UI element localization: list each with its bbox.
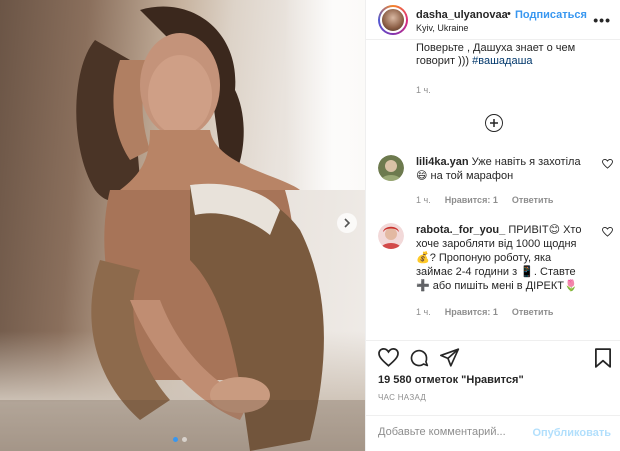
header-separator: • [507, 8, 511, 20]
comment-meta: 1 ч. Нравится: 1 Ответить [416, 195, 553, 205]
publish-comment-button[interactable]: Опубликовать [532, 427, 611, 439]
comment-text: lili4ka.yan Уже навіть я захотіла 😄 на т… [416, 155, 588, 183]
comment-likes-count[interactable]: Нравится: 1 [445, 195, 498, 205]
comment-icon[interactable] [409, 348, 429, 368]
post-caption: Поверьте , Дашуха знает о чем говорит ))… [416, 42, 606, 68]
bookmark-icon[interactable] [595, 348, 611, 368]
comment-like-heart-icon[interactable] [602, 159, 613, 169]
chevron-right-icon [344, 218, 351, 228]
instagram-post: dasha_ulyanovaa • Подписаться Kyiv, Ukra… [0, 0, 620, 451]
author-username[interactable]: dasha_ulyanovaa [416, 9, 508, 21]
comment-reply-button[interactable]: Ответить [512, 307, 554, 317]
comment-time: 1 ч. [416, 195, 431, 205]
post-actions-bar [366, 340, 620, 374]
comment-item: rabota._for_you_ ПРИВІТ😊 Хто хоче заробл… [378, 223, 613, 338]
comments-scroll-area[interactable]: Поверьте , Дашуха знает о чем говорит ))… [366, 41, 620, 340]
carousel-dot-active [173, 437, 178, 442]
post-photo[interactable] [0, 0, 365, 451]
user-avatar[interactable] [378, 5, 408, 35]
posted-time: ЧАС НАЗАД [378, 393, 427, 402]
load-more-comments-button[interactable] [485, 114, 503, 132]
comment-meta: 1 ч. Нравится: 1 Ответить [416, 307, 553, 317]
post-header: dasha_ulyanovaa • Подписаться Kyiv, Ukra… [366, 0, 620, 40]
follow-button[interactable]: Подписаться [515, 9, 587, 21]
comment-username[interactable]: lili4ka.yan [416, 156, 469, 168]
add-comment-form: Опубликовать [366, 415, 620, 451]
comment-like-heart-icon[interactable] [602, 227, 613, 237]
carousel-dots [173, 437, 187, 442]
comment-text: rabota._for_you_ ПРИВІТ😊 Хто хоче заробл… [416, 223, 588, 293]
heart-icon[interactable] [378, 348, 399, 367]
likes-count[interactable]: 19 580 отметок "Нравится" [378, 374, 524, 386]
post-location[interactable]: Kyiv, Ukraine [416, 23, 468, 33]
comment-reply-button[interactable]: Ответить [512, 195, 554, 205]
next-slide-button[interactable] [337, 213, 357, 233]
share-icon[interactable] [440, 348, 460, 367]
carousel-dot [182, 437, 187, 442]
comment-time: 1 ч. [416, 307, 431, 317]
comment-avatar[interactable] [378, 155, 404, 181]
more-options-icon[interactable]: ••• [593, 12, 611, 28]
caption-time: 1 ч. [416, 85, 431, 95]
caption-hashtag[interactable]: #вашадаша [472, 55, 532, 67]
post-side-panel: dasha_ulyanovaa • Подписаться Kyiv, Ukra… [365, 0, 620, 451]
photo-subject [0, 6, 365, 451]
comment-username[interactable]: rabota._for_you_ [416, 224, 505, 236]
plus-circle-icon [490, 119, 498, 127]
comment-avatar[interactable] [378, 223, 404, 249]
comment-item: lili4ka.yan Уже навіть я захотіла 😄 на т… [378, 155, 613, 205]
comment-input[interactable] [378, 426, 528, 438]
comment-likes-count[interactable]: Нравится: 1 [445, 307, 498, 317]
